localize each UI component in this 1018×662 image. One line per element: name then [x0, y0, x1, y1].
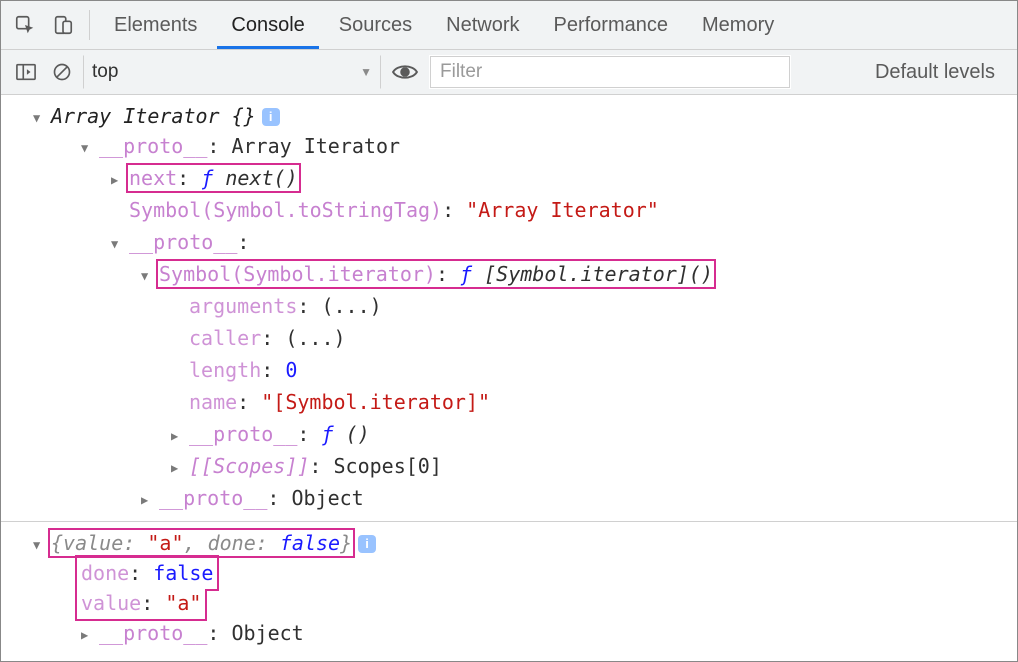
object-row[interactable]: [[Scopes]]: Scopes[0] [51, 451, 1017, 483]
divider [89, 10, 90, 40]
object-summary[interactable]: Array Iterator {}i [51, 101, 1017, 131]
object-row[interactable]: __proto__: Array Iterator [51, 131, 1017, 163]
toggle-sidebar-icon[interactable] [11, 57, 41, 87]
filter-input[interactable] [429, 55, 791, 89]
object-row[interactable]: Symbol(Symbol.iterator): ƒ [Symbol.itera… [51, 259, 1017, 291]
tab-network[interactable]: Network [432, 1, 533, 49]
console-toolbar: top ▼ Default levels [1, 50, 1017, 95]
main-tabs: Elements Console Sources Network Perform… [1, 1, 1017, 50]
info-icon[interactable]: i [262, 108, 280, 126]
expand-icon[interactable] [141, 485, 159, 515]
tab-sources[interactable]: Sources [325, 1, 426, 49]
console-entry: ▼ {value: "a", done: false}i done: false… [1, 521, 1017, 656]
object-row[interactable]: done: falsevalue: "a" [51, 558, 1017, 618]
console-output: ▼ Array Iterator {}i __proto__: Array It… [1, 95, 1017, 656]
expand-icon[interactable] [81, 133, 99, 163]
inspect-icon[interactable] [9, 9, 41, 41]
expand-icon[interactable]: ▼ [33, 103, 40, 133]
object-row[interactable]: caller: (...) [51, 323, 1017, 355]
live-expression-icon[interactable] [387, 57, 423, 87]
object-row[interactable]: Symbol(Symbol.toStringTag): "Array Itera… [51, 195, 1017, 227]
context-selector[interactable]: top ▼ [83, 55, 381, 89]
object-summary[interactable]: {value: "a", done: false}i [51, 528, 1017, 558]
chevron-down-icon: ▼ [360, 65, 372, 79]
expand-icon[interactable] [111, 229, 129, 259]
clear-console-icon[interactable] [47, 57, 77, 87]
object-row[interactable]: next: ƒ next() [51, 163, 1017, 195]
tab-console[interactable]: Console [217, 1, 318, 49]
expand-icon[interactable] [141, 261, 159, 291]
expand-icon[interactable] [171, 421, 189, 451]
expand-icon[interactable] [111, 165, 129, 195]
object-row[interactable]: name: "[Symbol.iterator]" [51, 387, 1017, 419]
tab-performance[interactable]: Performance [540, 1, 683, 49]
console-entry: ▼ Array Iterator {}i __proto__: Array It… [1, 95, 1017, 521]
context-selector-label: top [92, 61, 118, 83]
object-row[interactable]: __proto__: ƒ () [51, 419, 1017, 451]
log-levels-selector[interactable]: Default levels [875, 61, 1007, 84]
tab-memory[interactable]: Memory [688, 1, 788, 49]
info-icon[interactable]: i [358, 535, 376, 553]
expand-icon[interactable] [171, 453, 189, 483]
object-row[interactable]: __proto__: Object [51, 618, 1017, 650]
object-row[interactable]: length: 0 [51, 355, 1017, 387]
object-row[interactable]: arguments: (...) [51, 291, 1017, 323]
expand-icon[interactable]: ▼ [33, 530, 40, 560]
object-row[interactable]: __proto__: [51, 227, 1017, 259]
expand-icon[interactable] [81, 620, 99, 650]
tab-elements[interactable]: Elements [100, 1, 211, 49]
object-row[interactable]: __proto__: Object [51, 483, 1017, 515]
device-toggle-icon[interactable] [47, 9, 79, 41]
